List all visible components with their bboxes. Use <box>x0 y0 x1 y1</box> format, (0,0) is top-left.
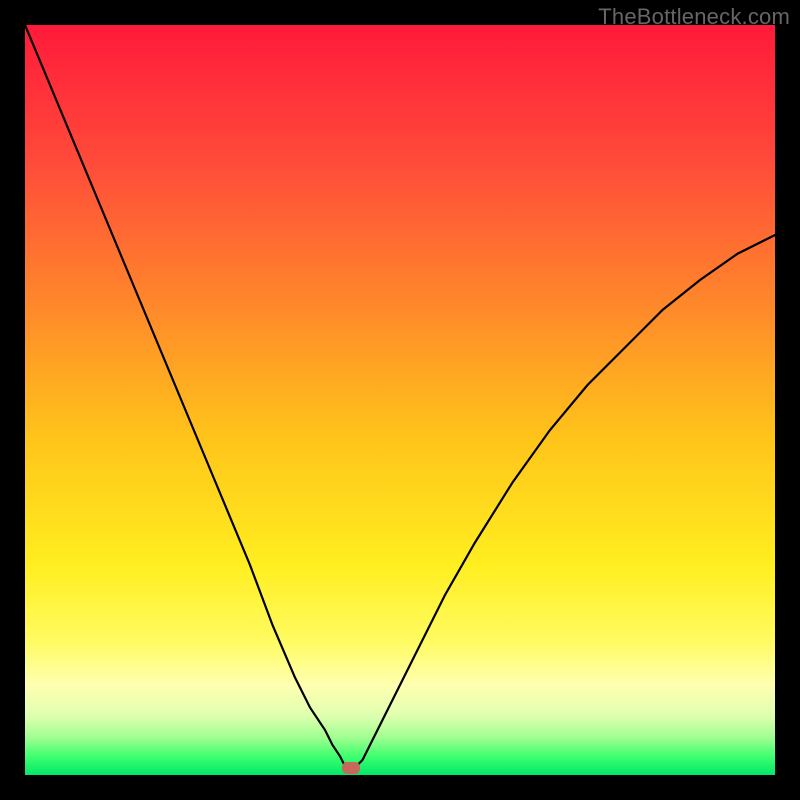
min-marker <box>342 762 360 774</box>
watermark-text: TheBottleneck.com <box>598 4 790 30</box>
chart-svg <box>25 25 775 775</box>
gradient-background <box>25 25 775 775</box>
chart-frame: TheBottleneck.com <box>0 0 800 800</box>
plot-area <box>25 25 775 775</box>
